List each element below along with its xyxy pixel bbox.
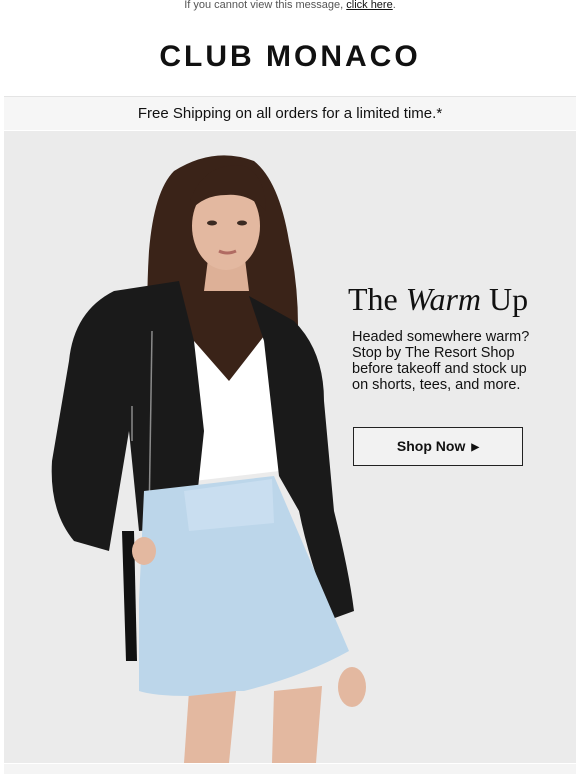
footer-divider	[4, 764, 576, 774]
shipping-banner[interactable]: Free Shipping on all orders for a limite…	[4, 97, 576, 130]
preheader-text: If you cannot view this message,	[184, 0, 347, 11]
shop-now-label: Shop Now	[396, 438, 466, 454]
preheader: If you cannot view this message, click h…	[0, 0, 580, 14]
hero-body-copy: Headed somewhere warm? Stop by The Resor…	[352, 329, 530, 393]
view-online-link[interactable]: click here	[346, 0, 392, 11]
headline-part1: The	[348, 281, 406, 317]
preheader-suffix: .	[392, 0, 396, 11]
brand-logo[interactable]: CLUB MONACO	[0, 40, 580, 74]
hero-headline: The Warm Up	[348, 281, 528, 318]
caret-right-icon: ▶	[471, 442, 480, 453]
headline-part2: Up	[481, 281, 529, 317]
headline-italic: Warm	[405, 281, 482, 317]
shop-now-button[interactable]: Shop Now ▶	[353, 427, 523, 466]
hero-section[interactable]: The Warm Up Headed somewhere warm? Stop …	[4, 131, 576, 763]
